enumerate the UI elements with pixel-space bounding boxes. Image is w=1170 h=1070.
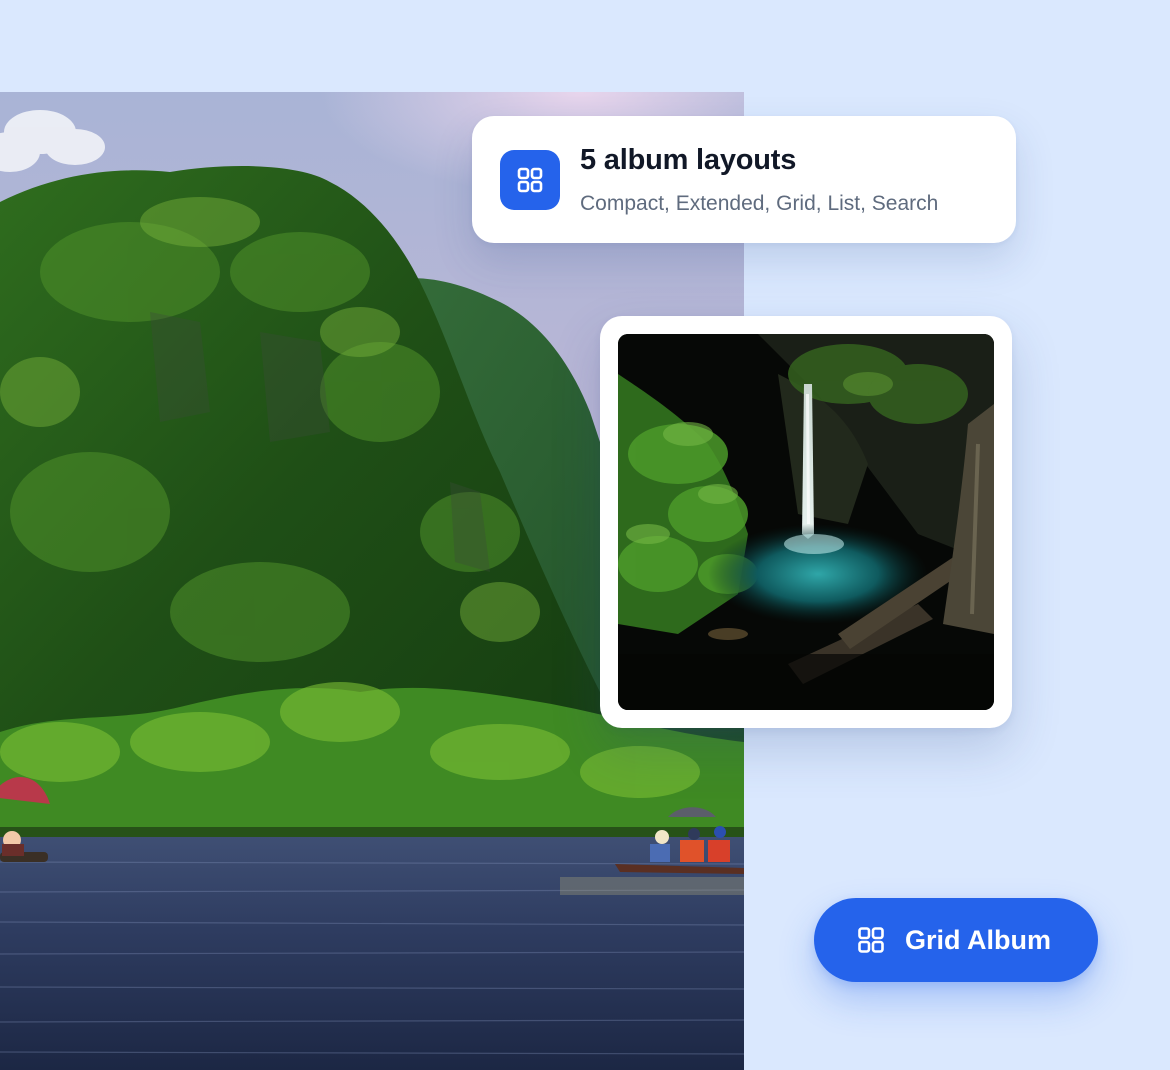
album-layouts-card: 5 album layouts Compact, Extended, Grid,… — [472, 116, 1016, 243]
feature-title: 5 album layouts — [580, 144, 797, 176]
grid-icon — [857, 926, 885, 954]
grid-album-label: Grid Album — [905, 924, 1051, 955]
grid-icon — [500, 150, 560, 210]
feature-subtitle: Compact, Extended, Grid, List, Search — [580, 192, 939, 215]
waterfall-photo-card — [600, 316, 1012, 728]
waterfall-photo — [618, 334, 994, 710]
grid-album-button[interactable]: Grid Album — [814, 898, 1098, 982]
showcase-stage: 5 album layouts Compact, Extended, Grid,… — [0, 0, 1170, 1070]
